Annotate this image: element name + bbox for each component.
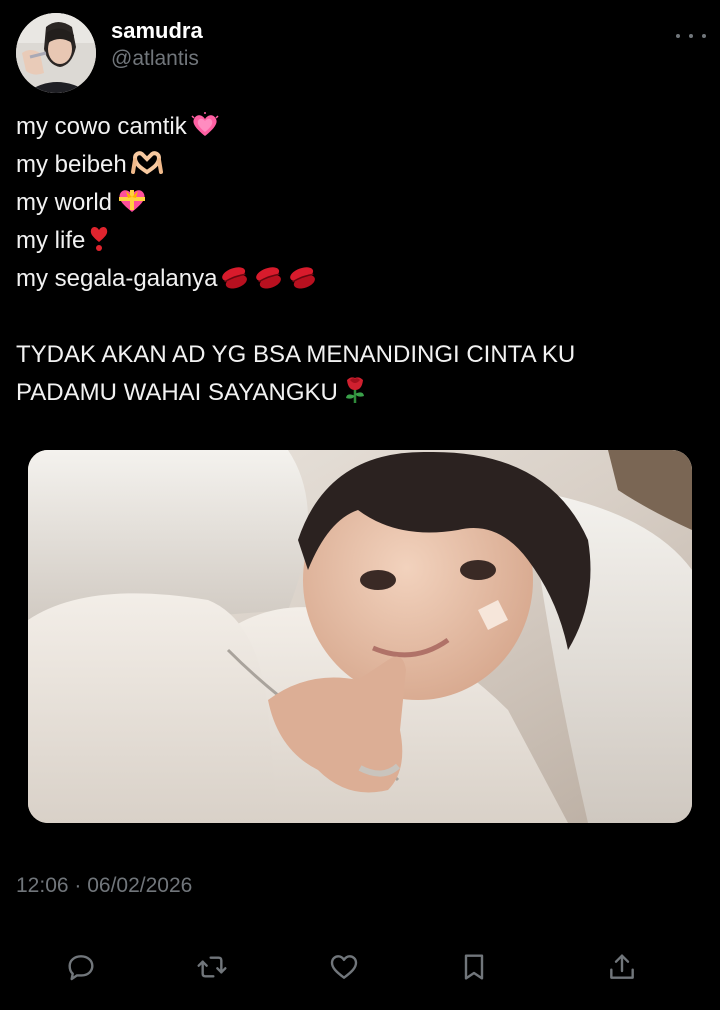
tweet-photo[interactable] — [28, 450, 692, 823]
tweet-line: TYDAK AKAN AD YG BSA MENANDINGI CINTA KU — [16, 336, 706, 374]
avatar[interactable] — [16, 13, 96, 93]
author-names: samudra @atlantis — [111, 17, 203, 73]
more-dot-icon — [689, 34, 693, 38]
tweet-header: samudra @atlantis — [16, 12, 203, 94]
like-button[interactable] — [322, 945, 366, 989]
tweet-line: my beibeh — [16, 146, 706, 184]
heart-with-ribbon-icon — [116, 186, 148, 226]
action-bar — [0, 945, 720, 989]
avatar-photo — [16, 13, 96, 93]
tweet-text: my cowo camtik my beibeh my world my lif… — [16, 108, 706, 412]
tweet-line: my segala-galanya — [16, 260, 706, 298]
heart-exclamation-icon — [89, 224, 109, 264]
tweet-line-text: my world — [16, 189, 113, 216]
tweet: samudra @atlantis my cowo camtik my beib… — [0, 0, 720, 1010]
tweet-timestamp[interactable]: 12:06 · 06/02/2026 — [16, 874, 192, 898]
tweet-line: my cowo camtik — [16, 108, 706, 146]
author-handle[interactable]: @atlantis — [111, 45, 203, 73]
tweet-line-text: my life — [16, 227, 86, 254]
author-display-name[interactable]: samudra — [111, 17, 203, 45]
more-dot-icon — [702, 34, 706, 38]
tweet-line-text: my cowo camtik — [16, 113, 187, 140]
growing-heart-icon — [191, 112, 219, 150]
tweet-line-text: my segala-galanya — [16, 265, 218, 292]
rose-icon — [342, 374, 368, 416]
tweet-line: my life — [16, 222, 706, 260]
more-dot-icon — [676, 34, 680, 38]
retweet-button[interactable] — [190, 945, 234, 989]
photo-of-person-lying-on-pillow — [28, 450, 692, 823]
tweet-line-text: TYDAK AKAN AD YG BSA MENANDINGI CINTA KU — [16, 341, 576, 368]
tweet-line: PADAMU WAHAI SAYANGKU — [16, 374, 706, 412]
bookmark-icon — [464, 954, 484, 980]
reply-button[interactable] — [59, 945, 103, 989]
heart-icon — [330, 955, 358, 979]
tweet-line-text: PADAMU WAHAI SAYANGKU — [16, 379, 338, 406]
more-options-button[interactable] — [676, 24, 706, 48]
share-icon — [610, 954, 634, 979]
tweet-line-text: my beibeh — [16, 151, 127, 178]
tweet-line: my world — [16, 184, 706, 222]
bookmark-button[interactable] — [452, 945, 496, 989]
heart-hands-icon — [130, 150, 163, 188]
share-button[interactable] — [600, 945, 644, 989]
retweet-icon — [197, 956, 227, 978]
reply-icon — [68, 955, 94, 981]
kiss-mark-icon — [221, 264, 321, 302]
